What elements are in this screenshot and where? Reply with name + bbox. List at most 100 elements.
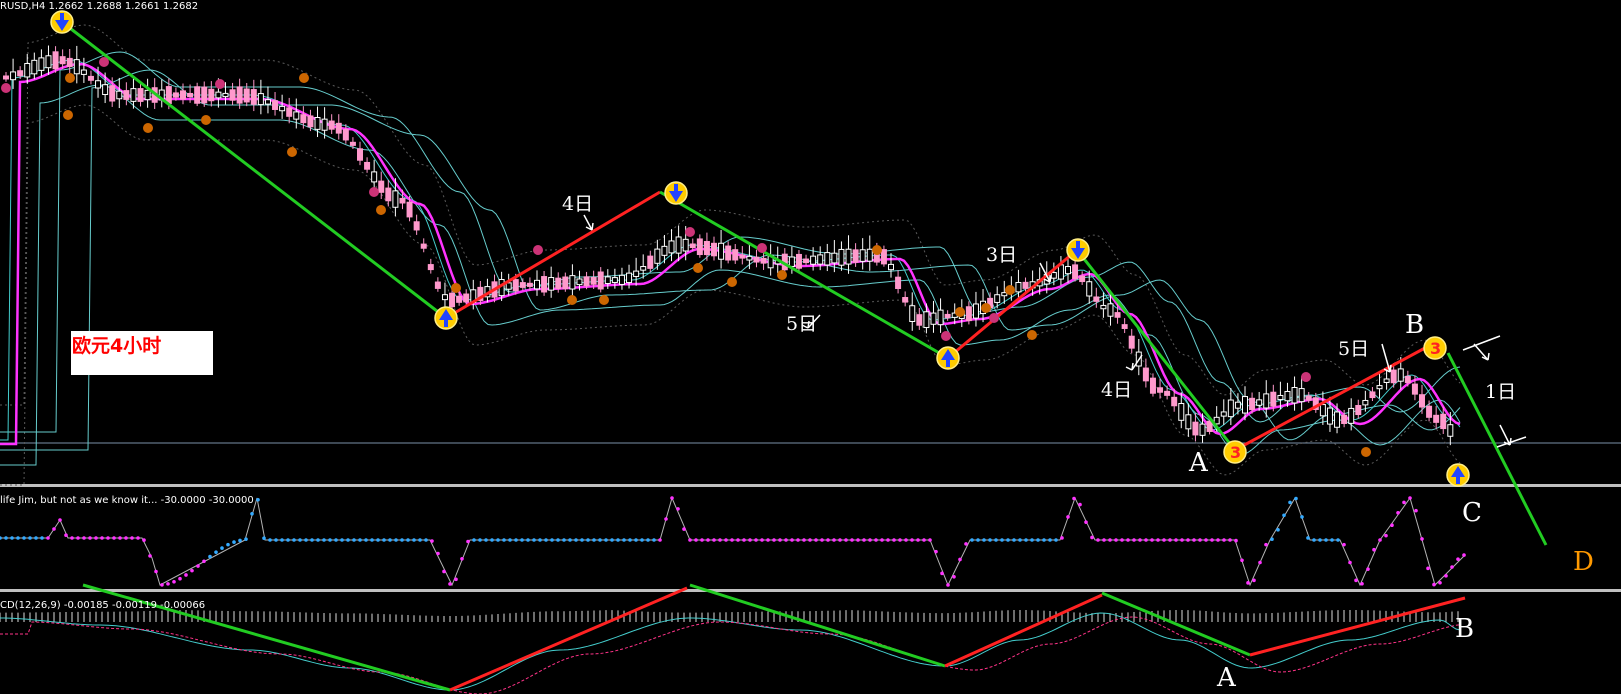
oscillator-dot [610, 538, 614, 542]
candle [24, 63, 31, 78]
candle [243, 88, 250, 103]
oscillator-dot [532, 538, 536, 542]
oscillator-dot [964, 542, 968, 546]
candle [739, 254, 746, 259]
oscillator-dot [280, 538, 284, 542]
candle [555, 277, 562, 290]
oscillator-dot [304, 538, 308, 542]
oscillator-dot [10, 536, 14, 540]
oscillator-dot [64, 533, 68, 537]
oscillator-dot [262, 536, 266, 540]
oscillator-dot [1384, 533, 1388, 538]
trend-line-9 [689, 583, 946, 668]
oscillator-dot [496, 538, 500, 542]
oscillator-dot [94, 536, 98, 540]
oscillator-dot [22, 536, 26, 540]
oscillator-dot [832, 538, 836, 542]
oscillator-dot [640, 538, 644, 542]
oscillator-dot [400, 538, 404, 542]
oscillator-dot [520, 538, 524, 542]
price-header: RUSD,H4 1.2662 1.2688 1.2661 1.2682 [0, 1, 198, 12]
oscillator-pane [0, 496, 1466, 587]
candle [87, 75, 94, 81]
candle [859, 249, 866, 262]
candle [1298, 388, 1305, 403]
candle [725, 245, 732, 261]
candle [675, 236, 682, 254]
candle [1220, 411, 1227, 417]
oscillator-dot [658, 538, 662, 542]
oscillator-dot [328, 538, 332, 542]
oscillator-dot [298, 538, 302, 542]
candle [711, 242, 717, 257]
oscillator-dot [748, 538, 752, 542]
candle [137, 88, 144, 102]
oscillator-dot [892, 538, 896, 542]
oscillator-dot [1312, 538, 1316, 542]
candle [852, 249, 859, 263]
macd-label-b: B [1455, 614, 1474, 644]
candle [102, 84, 109, 96]
small-marker-23 [981, 303, 991, 313]
candle [38, 57, 45, 71]
oscillator-dot [100, 536, 104, 540]
candle [441, 294, 448, 301]
oscillator-dot [694, 538, 698, 542]
candle [413, 221, 420, 231]
candle [1050, 272, 1057, 279]
candle [1376, 385, 1383, 390]
oscillator-dot [928, 538, 932, 542]
candle [888, 263, 894, 271]
oscillator-dot [862, 538, 866, 542]
oscillator-dot [1330, 538, 1334, 542]
oscillator-dot [796, 538, 800, 542]
candle [732, 249, 739, 261]
candle [838, 248, 845, 266]
candle [1390, 369, 1397, 384]
pane-separators [0, 442, 1621, 592]
oscillator-dot [286, 538, 290, 542]
small-marker-4 [143, 123, 153, 133]
candle [1305, 395, 1312, 401]
candle [456, 295, 463, 303]
candle [449, 292, 456, 308]
oscillator-dot [538, 538, 542, 542]
oscillator-dot [394, 538, 398, 542]
oscillator-dot [478, 538, 482, 542]
oscillator-dot [1264, 542, 1268, 547]
candle [661, 245, 668, 256]
candle [810, 255, 817, 265]
oscillator-dot [322, 538, 326, 542]
small-marker-16 [693, 263, 703, 273]
oscillator-dot [370, 538, 374, 542]
candle [1057, 264, 1064, 280]
candle [916, 314, 923, 326]
candle [123, 90, 130, 100]
wave-label-a: A [1188, 448, 1209, 478]
oscillator-dot [1420, 537, 1424, 541]
small-marker-22 [955, 307, 965, 317]
separator-2 [0, 589, 1621, 592]
candle [1440, 413, 1447, 430]
candle [994, 294, 1001, 303]
oscillator-dot [1084, 520, 1088, 524]
candle [272, 100, 279, 110]
oscillator-dot [562, 538, 566, 542]
oscillator-dot [1318, 538, 1322, 542]
candle [59, 56, 66, 65]
candle [357, 148, 363, 161]
small-marker-18 [757, 243, 767, 253]
oscillator-dot [76, 536, 80, 540]
oscillator-dot [1348, 560, 1352, 565]
trend-line-1 [445, 190, 661, 320]
candle [788, 256, 795, 267]
candle [923, 311, 930, 329]
oscillator-dot [820, 538, 824, 542]
oscillator-dot [1138, 538, 1142, 542]
candle [1355, 405, 1362, 416]
oscillator-dot [724, 538, 728, 542]
oscillator-dot [550, 538, 554, 542]
oscillator-dot [292, 538, 296, 542]
oscillator-dot [886, 538, 890, 542]
oscillator-dot [232, 540, 236, 544]
